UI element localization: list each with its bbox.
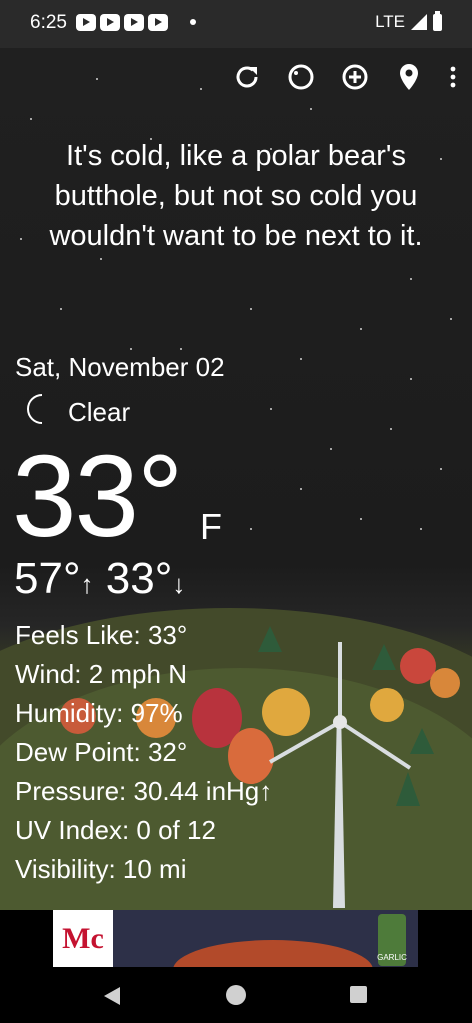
home-button[interactable] [226,985,246,1005]
ad-jar-label: GARLIC [377,914,407,966]
detail-value: 33° [147,620,188,650]
youtube-icon [148,14,168,31]
youtube-icon [124,14,144,31]
turbine-blades [269,642,412,770]
detail-row-pressure: Pressure: 30.44 inHg↑ [15,772,272,811]
system-nav-bar [0,970,472,1023]
status-time: 6:25 [30,12,67,33]
temperature-unit: F [200,506,222,547]
ad-image-bowl [173,940,373,967]
ad-creative[interactable]: Mc GARLIC Unity Ads [53,910,418,967]
more-notifications-dot [190,19,196,25]
pine-tree [396,772,420,806]
theme-icon[interactable] [284,60,318,94]
condition-label: Clear [68,397,131,427]
add-location-icon[interactable] [338,60,372,94]
tree [430,668,460,698]
top-toolbar [230,60,460,94]
detail-label: UV Index: [15,815,130,845]
detail-label: Visibility: [15,854,116,884]
detail-value: 32° [147,737,188,767]
date-label: Sat, November 02 [15,352,225,382]
status-right: LTE [375,10,442,32]
detail-row-visibility: Visibility: 10 mi [15,850,272,889]
detail-label: Feels Like: [15,620,141,650]
detail-label: Dew Point: [15,737,141,767]
high-low: 57°↑ 33°↓ [14,555,185,608]
detail-value: 10 mi [122,854,187,884]
detail-label: Pressure: [15,776,127,806]
recents-button[interactable] [350,986,367,1003]
network-label: LTE [375,12,405,31]
detail-label: Wind: [15,659,82,689]
detail-row-feels-like: Feels Like: 33° [15,616,272,655]
youtube-icon [100,14,120,31]
ad-banner: Mc GARLIC Unity Ads [0,910,472,970]
weather-quote: It's cold, like a polar bear's butthole,… [49,140,423,252]
condition-row: Clear [20,392,130,433]
detail-value: 97% [130,698,183,728]
status-bar: 6:25 LTE [0,0,472,48]
notification-icons [76,14,168,31]
up-arrow-icon: ↑ [80,569,94,599]
current-temperature: 33° [12,431,183,561]
moon-icon [20,392,54,433]
detail-value: 2 mph N [88,659,187,689]
detail-row-wind: Wind: 2 mph N [15,655,272,694]
youtube-icon [76,14,96,31]
ad-network-tag: Unity Ads [57,955,96,965]
detail-label: Humidity: [15,698,124,728]
location-pin-icon[interactable] [392,60,426,94]
back-button[interactable] [104,987,120,1005]
detail-row-humidity: Humidity: 97% [15,694,272,733]
high-temp: 57° [14,554,81,603]
down-arrow-icon: ↓ [172,569,186,599]
detail-row-dew-point: Dew Point: 32° [15,733,272,772]
battery-icon [433,10,442,31]
detail-value: 30.44 inHg↑ [133,776,273,806]
detail-row-uv-index: UV Index: 0 of 12 [15,811,272,850]
low-temp: 33° [105,554,173,603]
weather-details: Feels Like: 33° Wind: 2 mph N Humidity: … [15,616,272,889]
more-vert-icon[interactable] [446,60,460,94]
detail-value: 0 of 12 [136,815,216,845]
refresh-icon[interactable] [230,60,264,94]
signal-icon [411,14,427,30]
